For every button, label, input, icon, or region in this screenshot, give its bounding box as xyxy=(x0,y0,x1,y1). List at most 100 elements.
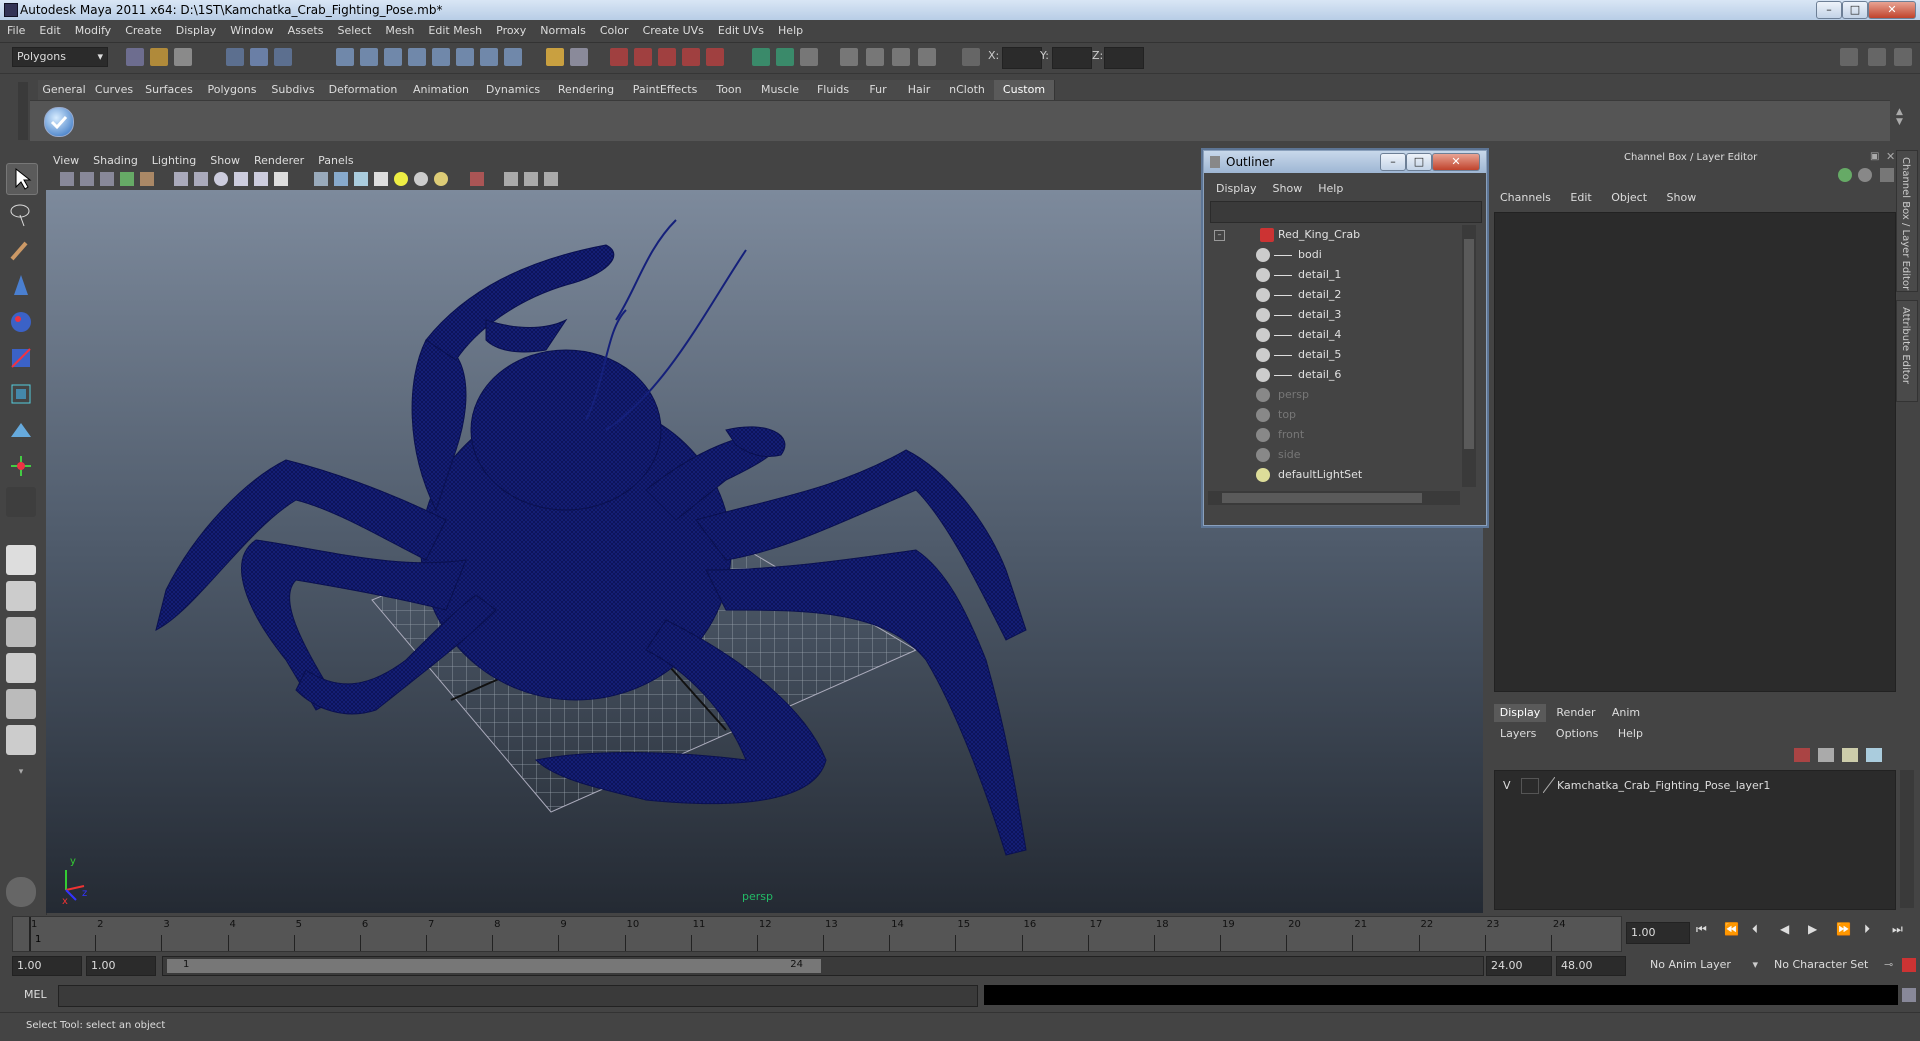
menu-display[interactable]: Display xyxy=(169,20,224,37)
layout-hypershade-icon[interactable] xyxy=(6,689,36,719)
minimize-button[interactable]: – xyxy=(1816,1,1842,19)
outliner-maximize-button[interactable]: □ xyxy=(1406,153,1432,171)
tab-anim[interactable]: Anim xyxy=(1604,704,1648,722)
outliner-close-button[interactable]: ✕ xyxy=(1432,153,1480,171)
outliner-horizontal-scrollbar[interactable] xyxy=(1208,491,1460,505)
tab-rendering[interactable]: Rendering xyxy=(548,80,625,100)
menu-create-uvs[interactable]: Create UVs xyxy=(636,20,711,37)
anim-layer-dropdown[interactable]: No Anim Layer ▾ xyxy=(1646,956,1758,974)
outliner-item[interactable]: bodi xyxy=(1208,245,1458,265)
menu-edit-uvs[interactable]: Edit UVs xyxy=(711,20,771,37)
image-plane-icon[interactable] xyxy=(120,172,134,186)
shelf-handle[interactable] xyxy=(18,82,28,140)
range-slider[interactable]: 1 24 xyxy=(162,956,1484,976)
tab-surfaces[interactable]: Surfaces xyxy=(138,80,201,100)
layout-four-icon[interactable] xyxy=(6,581,36,611)
attribute-editor-icon[interactable] xyxy=(1868,48,1886,66)
make-live-icon[interactable] xyxy=(432,48,450,66)
tab-custom[interactable]: Custom xyxy=(994,80,1055,100)
layer-name[interactable]: Kamchatka_Crab_Fighting_Pose_layer1 xyxy=(1557,779,1770,792)
channelbox-menu-show[interactable]: Show xyxy=(1659,191,1705,204)
current-time-field[interactable]: 1.00 xyxy=(1626,922,1690,944)
menu-modify[interactable]: Modify xyxy=(68,20,118,37)
script-editor-icon[interactable] xyxy=(1902,988,1916,1002)
current-time-marker[interactable] xyxy=(29,917,31,951)
move-tool-icon[interactable] xyxy=(6,271,36,301)
toggle-tool-settings-icon[interactable] xyxy=(800,48,818,66)
hand-icon[interactable] xyxy=(6,877,36,907)
field-chart-icon[interactable] xyxy=(234,172,248,186)
move-layer-up-icon[interactable] xyxy=(1842,748,1858,762)
outliner-minimize-button[interactable]: – xyxy=(1380,153,1406,171)
toggle-channel-icon[interactable] xyxy=(752,48,770,66)
new-layer-icon[interactable] xyxy=(1818,748,1834,762)
channelbox-key-icon[interactable] xyxy=(1838,168,1852,182)
menu-normals[interactable]: Normals xyxy=(533,20,593,37)
tab-muscle[interactable]: Muscle xyxy=(752,80,809,100)
snap-grid-icon[interactable] xyxy=(336,48,354,66)
tab-fluids[interactable]: Fluids xyxy=(808,80,859,100)
menu-mesh[interactable]: Mesh xyxy=(378,20,421,37)
safe-title-icon[interactable] xyxy=(274,172,288,186)
step-back-frame-icon[interactable]: ⏴ xyxy=(1752,922,1758,937)
universal-manip-icon[interactable] xyxy=(6,379,36,409)
anim-end-field[interactable]: 48.00 xyxy=(1556,956,1626,976)
viewport-menu-lighting[interactable]: Lighting xyxy=(145,152,203,169)
layout-outliner-icon[interactable] xyxy=(6,617,36,647)
outliner-item[interactable]: detail_1 xyxy=(1208,265,1458,285)
channelbox-menu-object[interactable]: Object xyxy=(1603,191,1655,204)
lasso-tool-icon[interactable] xyxy=(6,199,36,229)
transform-icon[interactable] xyxy=(918,48,936,66)
channelbox-speed-icon[interactable] xyxy=(1880,168,1894,182)
outliner-item[interactable]: defaultLightSet xyxy=(1208,465,1458,485)
layer-playback-toggle[interactable] xyxy=(1521,778,1539,794)
outliner-menu-show[interactable]: Show xyxy=(1265,179,1311,198)
menu-file[interactable]: File xyxy=(0,20,32,37)
tool-settings-icon[interactable] xyxy=(1894,48,1912,66)
outliner-filter-field[interactable] xyxy=(1210,201,1482,223)
layout-dope-icon[interactable] xyxy=(6,725,36,755)
soft-mod-icon[interactable] xyxy=(6,415,36,445)
layer-menu-help[interactable]: Help xyxy=(1610,727,1651,740)
outliner-vertical-scrollbar[interactable] xyxy=(1462,225,1476,487)
menu-window[interactable]: Window xyxy=(223,20,280,37)
anim-start-field[interactable]: 1.00 xyxy=(12,956,82,976)
paint-select-tool-icon[interactable] xyxy=(6,235,36,265)
shadows-icon[interactable] xyxy=(434,172,448,186)
tab-polygons[interactable]: Polygons xyxy=(200,80,265,100)
outliner-item[interactable]: detail_5 xyxy=(1208,345,1458,365)
xray-icon[interactable] xyxy=(504,172,518,186)
safe-action-icon[interactable] xyxy=(254,172,268,186)
grid-view-icon[interactable] xyxy=(892,48,910,66)
menu-assets[interactable]: Assets xyxy=(281,20,331,37)
last-tool-icon[interactable] xyxy=(6,487,36,517)
channelbox-manip-icon[interactable] xyxy=(1858,168,1872,182)
character-set-dropdown[interactable]: No Character Set xyxy=(1770,956,1880,974)
range-slider-handle[interactable]: 1 24 xyxy=(167,959,821,973)
construction-icon[interactable] xyxy=(480,48,498,66)
outliner-menu-display[interactable]: Display xyxy=(1208,179,1265,198)
grid-toggle-icon[interactable] xyxy=(140,172,154,186)
step-forward-key-icon[interactable]: ⏩ xyxy=(1836,922,1851,936)
outliner-item[interactable]: detail_4 xyxy=(1208,325,1458,345)
command-input[interactable] xyxy=(58,985,978,1007)
wireframe-icon[interactable] xyxy=(314,172,328,186)
viewport-menu-view[interactable]: View xyxy=(46,152,86,169)
layer-scrollbar[interactable] xyxy=(1900,770,1914,908)
tab-hair[interactable]: Hair xyxy=(898,80,941,100)
go-to-end-icon[interactable]: ⏭ xyxy=(1892,922,1903,937)
tab-painteffects[interactable]: PaintEffects xyxy=(624,80,707,100)
film-gate-icon[interactable] xyxy=(174,172,188,186)
tab-render[interactable]: Render xyxy=(1550,704,1602,722)
save-scene-icon[interactable] xyxy=(174,48,192,66)
outliner-titlebar[interactable]: Outliner – □ ✕ xyxy=(1204,151,1486,173)
snap-plane-icon[interactable] xyxy=(408,48,426,66)
absolute-transform-icon[interactable] xyxy=(962,48,980,66)
viewport-menu-renderer[interactable]: Renderer xyxy=(247,152,311,169)
checkmark-shelf-icon[interactable] xyxy=(44,107,74,137)
channelbox-menu-channels[interactable]: Channels xyxy=(1500,191,1559,204)
outliner-item[interactable]: detail_6 xyxy=(1208,365,1458,385)
maximize-button[interactable]: □ xyxy=(1842,1,1868,19)
snap-point-icon[interactable] xyxy=(384,48,402,66)
layout-more-icon[interactable]: ▾ xyxy=(6,767,36,777)
